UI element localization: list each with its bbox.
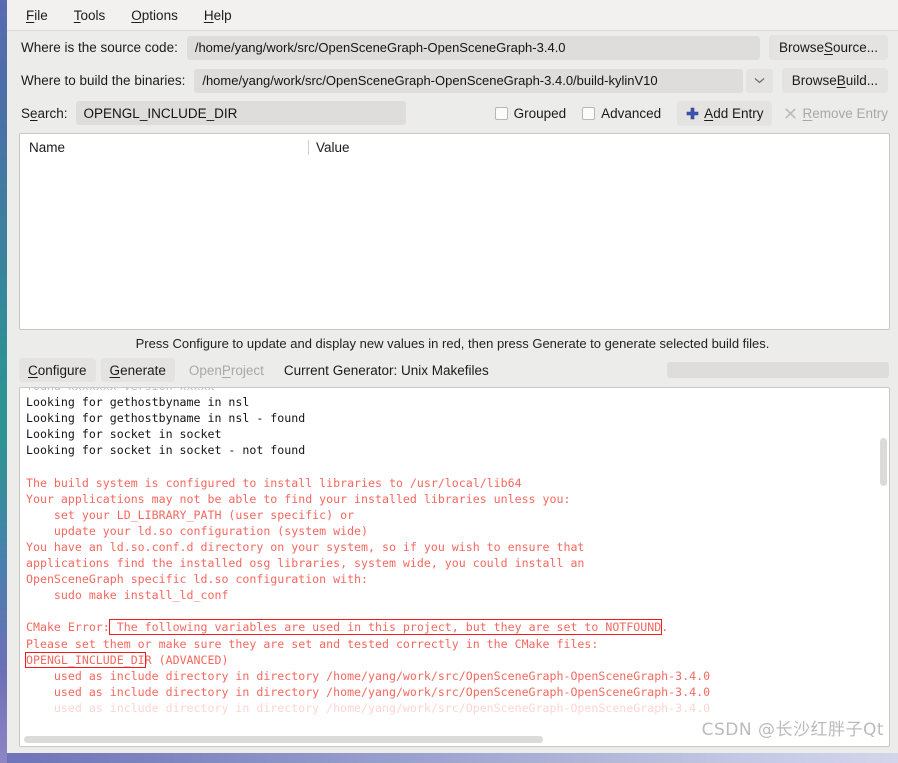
browse-source-button[interactable]: Browse Source...	[768, 35, 888, 60]
remove-entry-label: Remove Entry	[802, 105, 888, 121]
open-project-button: Open Project	[188, 362, 264, 378]
grouped-checkbox-label: Grouped	[513, 105, 567, 121]
column-header-name[interactable]: Name	[20, 140, 308, 155]
browse-build-button[interactable]: Browse Build...	[781, 68, 888, 93]
window-left-edge-decoration	[0, 0, 7, 763]
log-horizontal-scrollbar-thumb[interactable]	[24, 736, 544, 743]
advanced-checkbox[interactable]: Advanced	[582, 106, 661, 121]
menubar: File Tools Options Help	[7, 0, 898, 31]
column-header-value[interactable]: Value	[309, 140, 350, 155]
search-label: Search:	[21, 105, 68, 121]
menu-item-tools[interactable]: Tools	[73, 6, 107, 25]
checkbox-box-grouped	[494, 106, 508, 120]
search-input[interactable]	[75, 101, 406, 125]
grouped-checkbox[interactable]: Grouped	[494, 105, 567, 121]
build-path-row: Where to build the binaries: Browse Buil…	[7, 64, 898, 97]
cache-table-header: Name Value	[20, 134, 889, 158]
configure-button[interactable]: Configure	[19, 358, 96, 382]
chevron-down-icon	[754, 77, 765, 84]
menu-item-help[interactable]: Help	[203, 6, 233, 25]
output-log-scroll-area[interactable]: found xxxxxxx version xxxxxLooking for g…	[20, 388, 889, 746]
output-log-text: found xxxxxxx version xxxxxLooking for g…	[25, 388, 711, 715]
progress-bar	[667, 362, 889, 378]
log-horizontal-scrollbar[interactable]	[24, 736, 875, 743]
source-path-label: Where is the source code:	[21, 40, 178, 55]
output-log-pane[interactable]: found xxxxxxx version xxxxxLooking for g…	[19, 387, 890, 747]
build-path-history-dropdown[interactable]	[745, 68, 773, 93]
search-row: Search: Grouped Advanced Add Entry	[7, 97, 898, 129]
generate-button[interactable]: Generate	[100, 358, 175, 382]
menu-item-options[interactable]: Options	[130, 6, 179, 25]
advanced-checkbox-label: Advanced	[601, 105, 662, 121]
remove-x-icon	[784, 107, 797, 120]
hint-text: Press Configure to update and display ne…	[135, 335, 770, 351]
menu-item-file[interactable]: File	[25, 6, 49, 25]
log-vertical-scrollbar[interactable]	[880, 390, 887, 706]
action-row: Configure Generate Open Project Current …	[7, 356, 898, 384]
checkbox-box-advanced	[582, 106, 596, 120]
hint-bar: Press Configure to update and display ne…	[7, 330, 898, 356]
source-path-row: Where is the source code: Browse Source.…	[7, 31, 898, 64]
cache-table-body[interactable]	[20, 158, 889, 328]
add-entry-label: Add Entry	[704, 105, 764, 121]
build-path-input[interactable]	[194, 68, 743, 93]
cmake-gui-window: File Tools Options Help Where is the sou…	[0, 0, 898, 763]
build-path-label: Where to build the binaries:	[21, 73, 186, 88]
log-vertical-scrollbar-thumb[interactable]	[880, 438, 887, 486]
current-generator-label: Current Generator: Unix Makefiles	[283, 362, 489, 378]
add-entry-button[interactable]: Add Entry	[677, 100, 773, 126]
source-path-input[interactable]	[186, 35, 760, 60]
remove-entry-button: Remove Entry	[780, 101, 892, 126]
plus-icon	[686, 107, 699, 120]
cache-variables-table[interactable]: Name Value	[19, 133, 890, 330]
window-bottom-edge-decoration	[0, 753, 898, 763]
